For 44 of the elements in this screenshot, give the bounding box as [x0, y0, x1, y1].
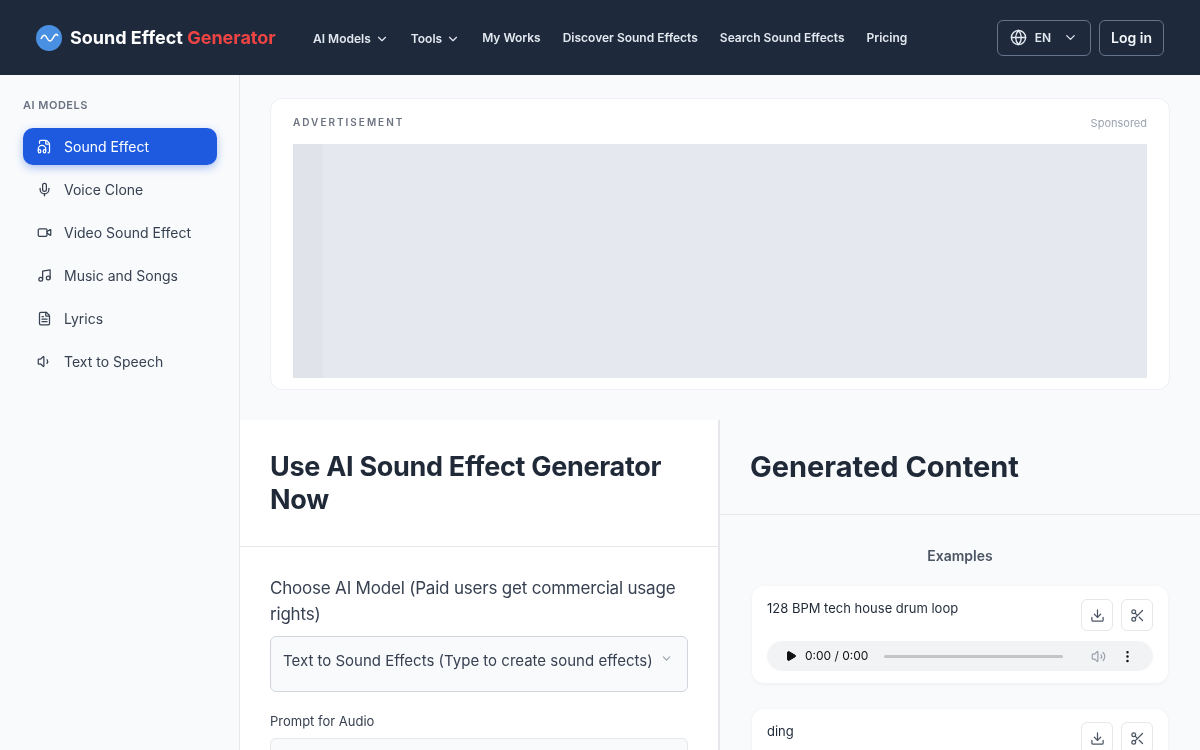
download-button[interactable]: [1081, 722, 1113, 750]
nav-link[interactable]: AI Models: [313, 30, 389, 48]
scissors-icon: [1129, 607, 1145, 623]
generated-title: Generated Content: [720, 420, 1200, 515]
sidebar-item[interactable]: Sound Effect: [23, 127, 217, 165]
download-button[interactable]: [1081, 599, 1113, 631]
login-button[interactable]: Log in: [1099, 19, 1164, 56]
nav-link[interactable]: Discover Sound Effects: [562, 28, 698, 47]
examples-heading: Examples: [926, 546, 994, 566]
audio-file-icon: [37, 138, 52, 154]
sidebar-item[interactable]: Music and Songs: [23, 256, 217, 294]
globe-icon: [1009, 29, 1027, 46]
microphone-icon: [37, 181, 52, 197]
scissors-button[interactable]: [1121, 722, 1153, 750]
nav-link[interactable]: Search Sound Effects: [719, 28, 845, 47]
sidebar-heading: AI MODELS: [23, 97, 89, 114]
audio-progress-track[interactable]: [884, 654, 1063, 658]
document-icon: [37, 310, 52, 326]
language-button[interactable]: EN: [996, 19, 1092, 56]
generator-title: Use AI Sound Effect Generator Now: [240, 420, 718, 547]
nav-link[interactable]: Pricing: [866, 28, 908, 47]
nav-link[interactable]: Tools: [410, 30, 461, 48]
wave-logo-icon: [36, 24, 62, 51]
scissors-icon: [1129, 730, 1145, 746]
music-note-icon: [37, 267, 52, 283]
download-icon: [1089, 730, 1105, 746]
prompt-label: Prompt for Audio: [270, 712, 376, 731]
audio-time: 0:00 / 0:00: [805, 647, 869, 665]
ad-label: ADVERTISEMENT: [293, 115, 405, 130]
sidebar-item[interactable]: Voice Clone: [23, 170, 217, 208]
play-icon[interactable]: [785, 650, 797, 662]
sidebar-item[interactable]: Lyrics: [23, 299, 217, 337]
sidebar-item[interactable]: Video Sound Effect: [23, 213, 217, 251]
download-icon: [1089, 607, 1105, 623]
model-label: Choose AI Model (Paid users get commercial usage rights): [270, 577, 677, 626]
sponsored-label: Sponsored: [1090, 115, 1147, 132]
volume-icon[interactable]: [1091, 648, 1106, 664]
scissors-button[interactable]: [1121, 599, 1153, 631]
example-title: ding: [767, 722, 794, 741]
nav-link[interactable]: My Works: [482, 28, 541, 47]
brand-name[interactable]: Sound Effect Generator: [70, 24, 276, 51]
example-title: 128 BPM tech house drum loop: [767, 599, 959, 618]
model-select[interactable]: Text to Sound Effects (Type to create sound effects): [270, 636, 688, 692]
sidebar-item[interactable]: Text to Speech: [23, 342, 217, 380]
